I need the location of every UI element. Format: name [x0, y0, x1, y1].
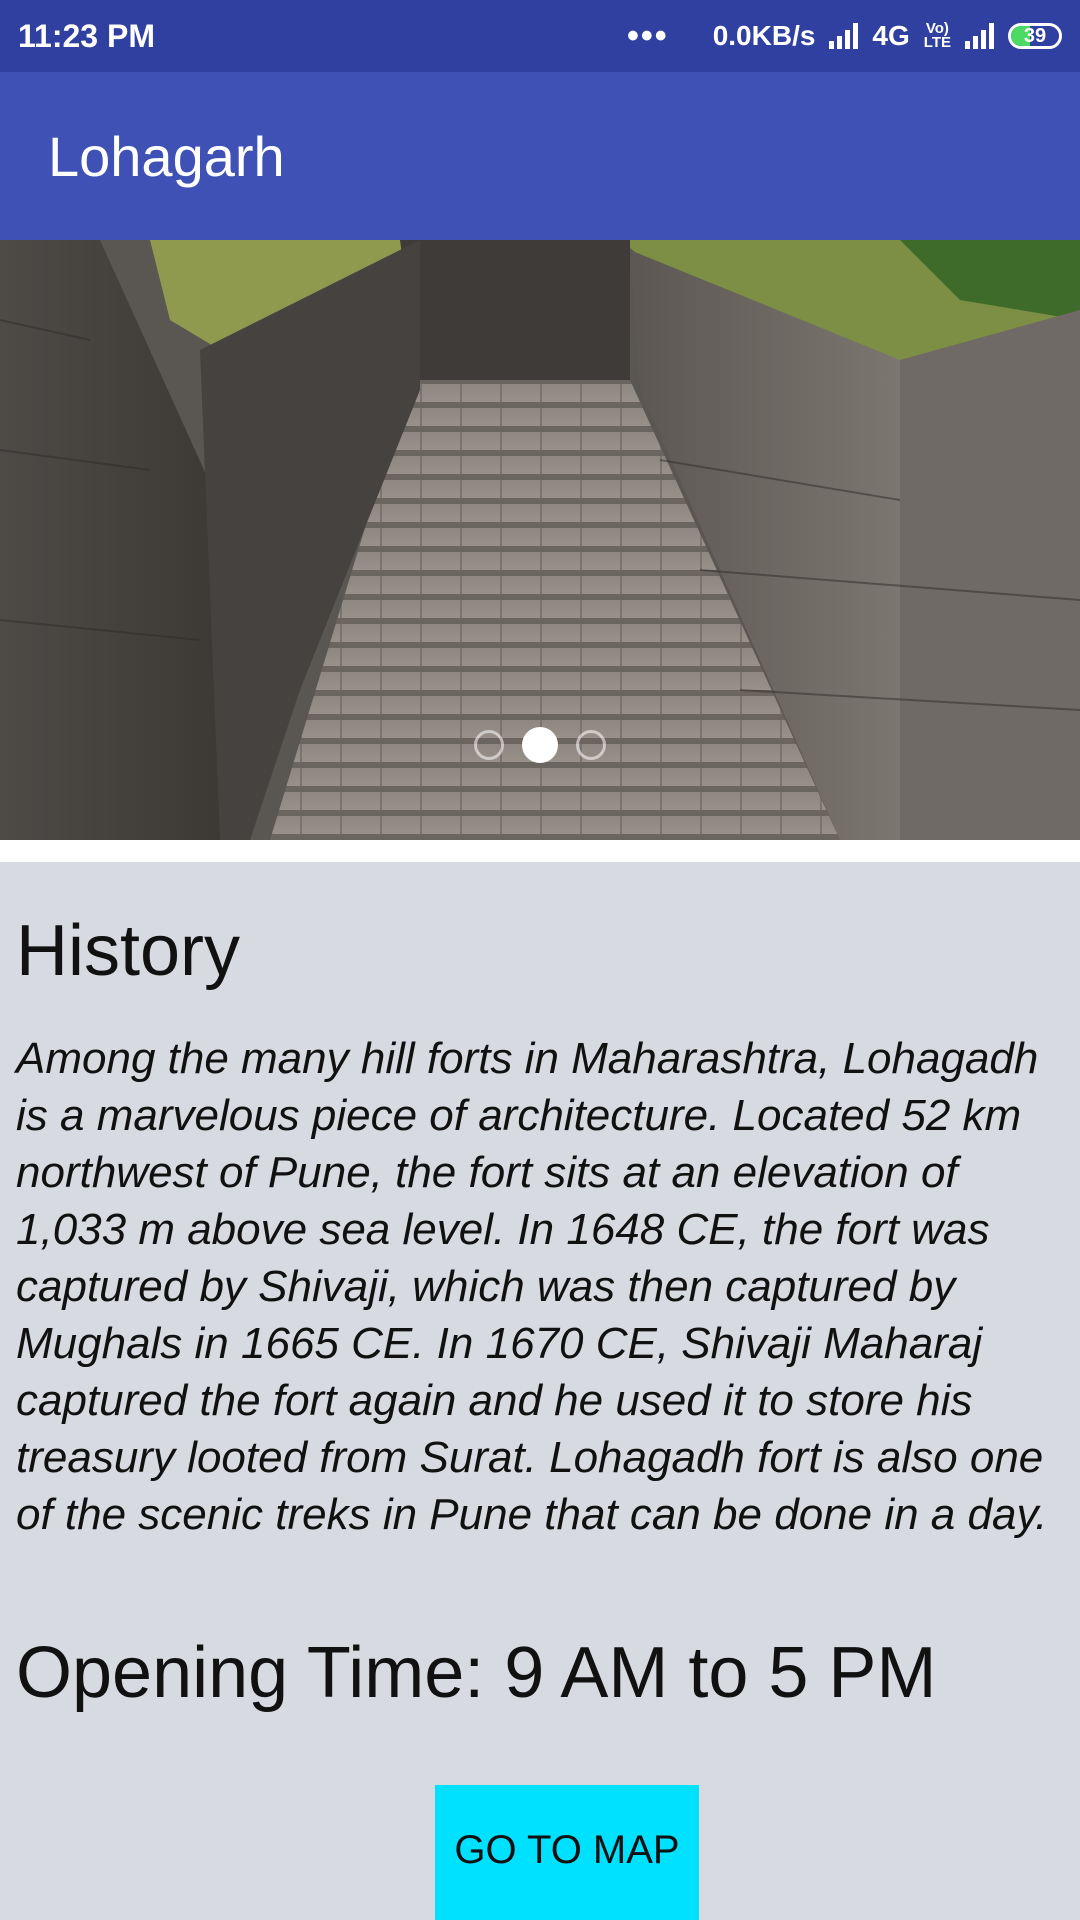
carousel-dot-1[interactable] — [474, 730, 504, 760]
carousel-indicators — [0, 725, 1080, 765]
app-title: Lohagarh — [48, 125, 285, 188]
signal-icon — [829, 23, 859, 49]
go-to-map-button[interactable]: GO TO MAP — [435, 1785, 699, 1920]
app-bar: Lohagarh — [0, 72, 1080, 240]
divider — [0, 840, 1080, 862]
details-card: History Among the many hill forts in Mah… — [0, 862, 1080, 1920]
status-bar: 11:23 PM ••• 0.0KB/s 4G Vo) LTE 39 — [0, 0, 1080, 72]
battery-level: 39 — [1023, 24, 1047, 47]
battery-icon: 39 — [1008, 23, 1062, 49]
history-text: Among the many hill forts in Maharashtra… — [16, 1034, 1048, 1539]
more-notifications-icon: ••• — [626, 17, 669, 55]
history-title: History — [16, 911, 241, 991]
carousel-dot-2-active[interactable] — [522, 727, 558, 763]
volte-icon: Vo) LTE — [923, 20, 951, 51]
network-type: 4G — [872, 20, 910, 51]
signal-icon-2 — [965, 23, 994, 49]
opening-time: Opening Time: 9 AM to 5 PM — [16, 1633, 937, 1713]
network-speed: 0.0KB/s — [712, 20, 816, 51]
status-time: 11:23 PM — [18, 17, 155, 54]
status-icons: ••• 0.0KB/s 4G Vo) LTE 39 — [627, 19, 1062, 53]
carousel-dot-3[interactable] — [576, 730, 606, 760]
